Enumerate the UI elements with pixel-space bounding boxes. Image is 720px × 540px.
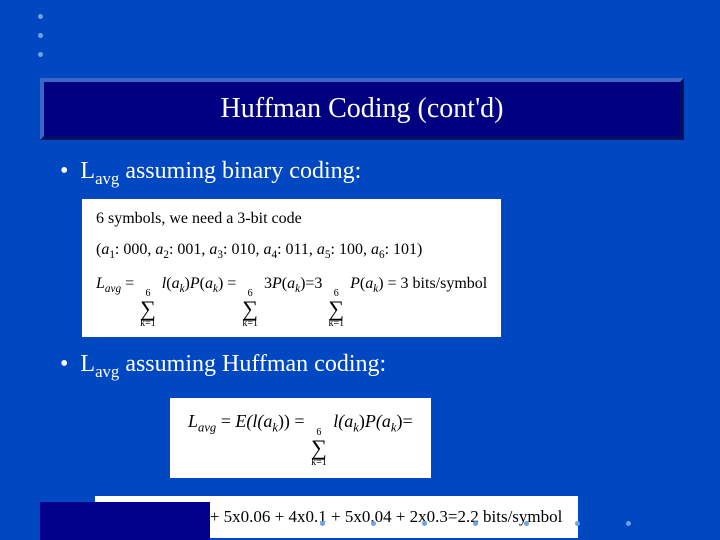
- bullet-marker: •: [60, 158, 68, 185]
- slide-body: • Lavg assuming binary coding: 6 symbols…: [60, 158, 680, 538]
- bullet-marker: •: [60, 351, 68, 378]
- title-bar: Huffman Coding (cont'd): [40, 78, 684, 140]
- decorative-dots-bottom: [320, 521, 631, 526]
- symbols-note: 6 symbols, we need a 3-bit code: [96, 207, 487, 232]
- bullet-text: Lavg assuming Huffman coding:: [80, 351, 386, 382]
- codes-line: (a1: 000, a2: 001, a3: 010, a4: 011, a5:…: [96, 238, 487, 265]
- math-block-binary: 6 symbols, we need a 3-bit code (a1: 000…: [82, 199, 501, 337]
- bullet-huffman: • Lavg assuming Huffman coding:: [60, 351, 680, 382]
- decorative-block-bottom: [40, 502, 210, 540]
- slide-title: Huffman Coding (cont'd): [221, 93, 504, 125]
- lavg-equation: Lavg = 6 ∑ k=1 l(ak)P(ak) = 6 ∑ k=1 3P(a…: [96, 272, 487, 329]
- decorative-dots-top: [38, 14, 43, 57]
- bullet-text: Lavg assuming binary coding:: [80, 158, 361, 189]
- bullet-binary: • Lavg assuming binary coding:: [60, 158, 680, 189]
- math-block-expectation: Lavg = E(l(ak)) = 6 ∑ k=1 l(ak)P(ak)=: [170, 398, 431, 478]
